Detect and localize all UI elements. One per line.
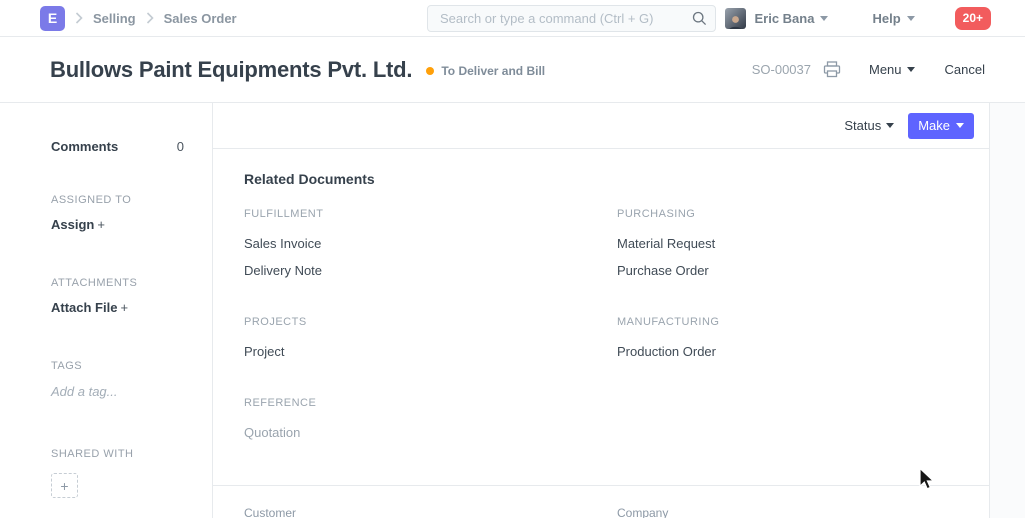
breadcrumb-chevron-icon [146, 12, 154, 24]
status-dropdown-label: Status [844, 118, 881, 133]
status-indicator-label: To Deliver and Bill [441, 64, 545, 78]
chevron-down-icon [956, 123, 964, 128]
breadcrumb-selling[interactable]: Selling [93, 11, 136, 26]
doc-group-label: REFERENCE [244, 397, 617, 409]
user-avatar[interactable] [725, 8, 746, 29]
link-production-order[interactable]: Production Order [617, 345, 973, 359]
comments-label: Comments [51, 139, 118, 154]
make-dropdown-button[interactable]: Make [908, 113, 974, 139]
menu-label: Menu [869, 62, 902, 77]
shared-with-label: SHARED WITH [51, 448, 184, 460]
customer-field: Customer Bullows Paint Equipments Pvt. L… [244, 506, 617, 518]
tags-label: TAGS [51, 360, 184, 372]
help-label: Help [872, 11, 900, 26]
page-header: Bullows Paint Equipments Pvt. Ltd. To De… [0, 37, 1025, 103]
comments-link[interactable]: Comments 0 [51, 139, 184, 154]
form-main: Status Make Related Documents FULFILLMEN… [213, 103, 990, 518]
related-documents-heading: Related Documents [244, 171, 973, 187]
customer-company-section: Customer Bullows Paint Equipments Pvt. L… [213, 486, 989, 518]
doc-group-reference: REFERENCE Quotation [244, 397, 617, 453]
page-header-actions: SO-00037 Menu Cancel [752, 61, 985, 78]
doc-group-purchasing: PURCHASING Material Request Purchase Ord… [617, 208, 973, 291]
related-documents-grid: FULFILLMENT Sales Invoice Delivery Note … [244, 208, 973, 478]
user-name: Eric Bana [754, 11, 814, 26]
document-id: SO-00037 [752, 62, 811, 77]
related-documents-section: Related Documents FULFILLMENT Sales Invo… [213, 149, 989, 478]
doc-group-label: PURCHASING [617, 208, 973, 220]
search-input[interactable] [427, 5, 716, 32]
right-margin [990, 103, 1025, 518]
form-toolbar: Status Make [213, 103, 989, 149]
link-sales-invoice[interactable]: Sales Invoice [244, 237, 617, 251]
assign-label: Assign [51, 217, 94, 232]
search-icon[interactable] [692, 11, 707, 31]
add-tag-input[interactable]: Add a tag... [51, 384, 184, 399]
chevron-down-icon [907, 67, 915, 72]
comments-count: 0 [177, 139, 184, 154]
breadcrumb-chevron-icon [75, 12, 83, 24]
customer-label: Customer [244, 506, 617, 518]
attach-file-label: Attach File [51, 300, 117, 315]
link-project[interactable]: Project [244, 345, 617, 359]
plus-icon: + [120, 300, 128, 315]
doc-group-label: FULFILLMENT [244, 208, 617, 220]
company-field: Company Baba Services [617, 506, 973, 518]
status-indicator: To Deliver and Bill [426, 64, 545, 78]
plus-icon: + [97, 217, 105, 232]
doc-group-manufacturing: MANUFACTURING Production Order [617, 316, 973, 372]
chevron-down-icon [907, 16, 915, 21]
link-purchase-order[interactable]: Purchase Order [617, 264, 973, 278]
attach-file-button[interactable]: Attach File+ [51, 300, 184, 315]
doc-group-label: PROJECTS [244, 316, 617, 328]
navbar-right: Eric Bana Help 20+ [725, 7, 991, 30]
page-body: Comments 0 ASSIGNED TO Assign+ ATTACHMEN… [0, 103, 1025, 518]
share-add-button[interactable]: + [51, 473, 78, 498]
link-delivery-note[interactable]: Delivery Note [244, 264, 617, 278]
assigned-to-label: ASSIGNED TO [51, 194, 184, 206]
form-sidebar: Comments 0 ASSIGNED TO Assign+ ATTACHMEN… [0, 103, 213, 518]
global-search [427, 5, 716, 32]
app-logo[interactable]: E [40, 6, 65, 31]
chevron-down-icon [820, 16, 828, 21]
assign-button[interactable]: Assign+ [51, 217, 184, 232]
doc-group-fulfillment: FULFILLMENT Sales Invoice Delivery Note [244, 208, 617, 291]
link-quotation[interactable]: Quotation [244, 426, 617, 440]
link-material-request[interactable]: Material Request [617, 237, 973, 251]
menu-button[interactable]: Menu [869, 62, 915, 77]
breadcrumb-sales-order[interactable]: Sales Order [164, 11, 237, 26]
status-dot-icon [426, 67, 434, 75]
user-menu[interactable]: Eric Bana [754, 11, 828, 26]
help-menu[interactable]: Help [872, 11, 914, 26]
page-title: Bullows Paint Equipments Pvt. Ltd. [50, 57, 412, 83]
make-button-label: Make [918, 118, 950, 133]
company-label: Company [617, 506, 973, 518]
doc-group-label: MANUFACTURING [617, 316, 973, 328]
cancel-button[interactable]: Cancel [945, 62, 985, 77]
navbar: E Selling Sales Order Eric Bana Help [0, 0, 1025, 37]
chevron-down-icon [886, 123, 894, 128]
notifications-badge[interactable]: 20+ [955, 7, 991, 30]
doc-group-projects: PROJECTS Project [244, 316, 617, 372]
print-icon[interactable] [823, 61, 841, 78]
status-dropdown[interactable]: Status [844, 118, 894, 133]
attachments-label: ATTACHMENTS [51, 277, 184, 289]
app-window: E Selling Sales Order Eric Bana Help [0, 0, 1025, 518]
